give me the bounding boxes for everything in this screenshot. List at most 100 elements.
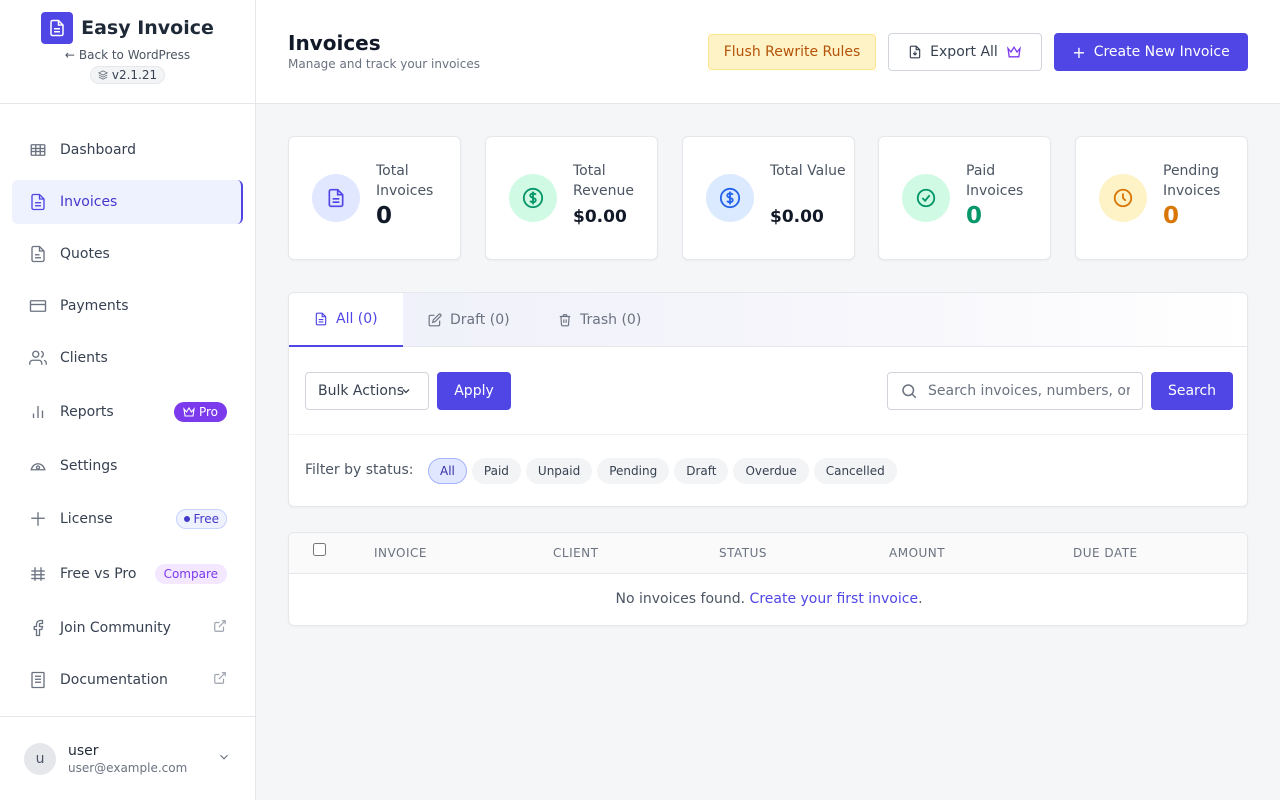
stat-value: 0 [376,203,393,229]
sidebar-item-label: Dashboard [60,142,136,158]
back-link-label: Back to WordPress [78,48,191,62]
back-to-wordpress-link[interactable]: ← Back to WordPress [0,48,255,62]
brand-area: Easy Invoice ← Back to WordPress v2.1.21 [0,0,255,104]
search-button[interactable]: Search [1151,372,1233,410]
filter-chip-overdue[interactable]: Overdue [733,458,809,484]
avatar: u [24,742,56,775]
filter-chip-draft[interactable]: Draft [674,458,729,484]
document-icon [315,312,327,326]
tab-draft[interactable]: Draft (0) [428,293,510,347]
user-menu[interactable]: u user user@example.com [0,716,255,800]
empty-state: No invoices found. Create your first inv… [289,591,1247,607]
column-header-amount[interactable]: AMOUNT [889,546,945,560]
file-export-icon [909,45,921,59]
export-all-label: Export All [930,44,998,60]
filter-chip-unpaid[interactable]: Unpaid [525,458,593,484]
export-all-button[interactable]: Export All [888,33,1042,71]
stat-card-total-value: Total Value $0.00 [682,136,855,260]
search-icon [902,384,917,399]
credit-card-icon [28,296,48,316]
users-icon [28,348,48,368]
divider [289,434,1247,435]
stat-value: 0 [966,203,983,229]
crown-icon [183,407,195,417]
select-all-checkbox[interactable] [313,543,326,556]
sidebar-item-clients[interactable]: Clients [12,336,243,380]
book-icon [28,670,48,690]
page-header: Invoices Manage and track your invoices … [256,0,1280,104]
sidebar-item-license[interactable]: License Free [12,497,243,541]
document-icon [312,174,360,222]
stat-label: Paid Invoices [966,163,1024,199]
column-header-status[interactable]: STATUS [719,546,767,560]
sidebar-item-documentation[interactable]: Documentation [12,658,243,702]
sidebar-item-payments[interactable]: Payments [12,284,243,328]
table-header: INVOICE CLIENT STATUS AMOUNT DUE DATE [289,533,1247,574]
sidebar: Easy Invoice ← Back to WordPress v2.1.21… [0,0,256,800]
tab-label: All (0) [336,311,378,327]
sidebar-item-label: Reports [60,404,114,420]
quote-document-icon [28,244,48,264]
sidebar-item-free-vs-pro[interactable]: Free vs Pro Compare [12,552,243,596]
sidebar-nav: Dashboard Invoices Quotes Payments Clien… [12,124,243,702]
pro-badge: Pro [173,402,227,422]
stat-card-total-invoices: Total Invoices 0 [288,136,461,260]
sidebar-item-label: Join Community [60,620,171,636]
crown-icon [1006,46,1021,58]
check-circle-icon [902,174,950,222]
stat-value: $0.00 [770,207,824,227]
sidebar-item-reports[interactable]: Reports Pro [12,390,243,434]
compare-badge: Compare [154,564,227,584]
column-header-client[interactable]: CLIENT [553,546,599,560]
apply-button[interactable]: Apply [437,372,511,410]
flush-rewrite-rules-button[interactable]: Flush Rewrite Rules [708,34,876,70]
sidebar-item-label: Documentation [60,672,168,688]
version-badge: v2.1.21 [89,66,166,84]
tab-trash[interactable]: Trash (0) [558,293,641,347]
filter-chip-paid[interactable]: Paid [471,458,521,484]
create-new-invoice-button[interactable]: + Create New Invoice [1054,33,1248,71]
tab-all[interactable]: All (0) [289,293,403,347]
dot-icon [183,516,190,522]
filter-chip-pending[interactable]: Pending [597,458,670,484]
bar-chart-icon [28,402,48,422]
sidebar-item-label: Payments [60,298,129,314]
stat-label: Total Value [770,163,846,179]
facebook-icon [28,618,48,638]
filter-chip-cancelled[interactable]: Cancelled [813,458,897,484]
sidebar-item-label: Quotes [60,246,110,262]
create-first-invoice-link[interactable]: Create your first invoice [750,591,919,607]
sidebar-item-quotes[interactable]: Quotes [12,232,243,276]
sidebar-item-dashboard[interactable]: Dashboard [12,128,243,172]
status-tabs: All (0) Draft (0) Trash (0) [289,293,1247,347]
sidebar-item-join-community[interactable]: Join Community [12,606,243,650]
column-header-due-date[interactable]: DUE DATE [1073,546,1138,560]
sidebar-item-invoices[interactable]: Invoices [12,180,243,224]
dollar-circle-icon [706,174,754,222]
document-icon [28,192,48,212]
status-filter-chips: All Paid Unpaid Pending Draft Overdue Ca… [428,458,897,484]
bulk-actions-value: Bulk Actions [318,383,405,399]
arrow-left-icon: ← [64,48,75,62]
version-label: v2.1.21 [111,68,158,82]
tab-label: Draft (0) [450,312,510,328]
brand-title: Easy Invoice [81,17,214,39]
page-title: Invoices [288,31,381,55]
column-header-invoice[interactable]: INVOICE [374,546,427,560]
sidebar-item-settings[interactable]: Settings [12,444,243,488]
empty-state-text: No invoices found. [615,591,746,607]
sidebar-item-label: Clients [60,350,108,366]
settings-icon [28,456,48,476]
search-field[interactable] [887,372,1143,410]
invoice-logo-icon[interactable] [41,12,74,44]
sidebar-item-label: License [60,511,113,527]
user-info: user user@example.com [68,743,187,775]
stat-value: 0 [1163,203,1180,229]
bulk-actions-select[interactable]: Bulk Actions [305,372,429,410]
trash-icon [559,314,571,327]
filter-label: Filter by status: [305,462,414,478]
filter-chip-all[interactable]: All [428,458,467,484]
search-input[interactable] [928,383,1130,399]
chevron-down-icon[interactable] [217,749,231,768]
clock-icon [1099,174,1147,222]
